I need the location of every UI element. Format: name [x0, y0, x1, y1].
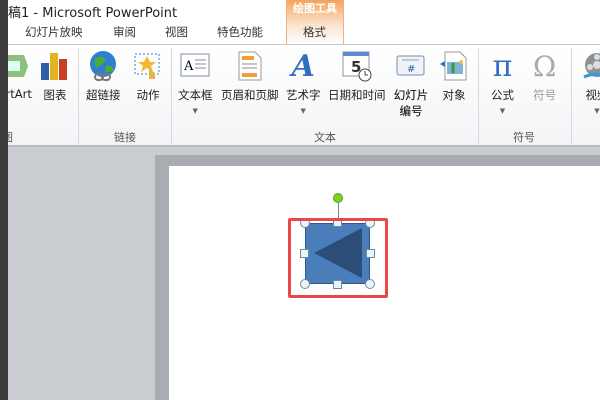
action-label: 动作	[136, 88, 160, 102]
dropdown-arrow-icon: ▼	[192, 107, 198, 115]
header-footer-icon	[221, 49, 279, 83]
hyperlink-label: 超链接	[86, 88, 121, 102]
video-button[interactable]: 视频 ▼	[582, 49, 600, 115]
slide-number-label-group: 幻灯片编号 幻灯片 编号	[393, 87, 429, 119]
video-label: 视频	[585, 88, 600, 102]
chart-button[interactable]: 图表	[40, 49, 70, 103]
globe-link-icon	[86, 49, 121, 83]
object-label: 对象	[442, 88, 466, 102]
pi-icon: π	[492, 48, 513, 84]
slide-number-label-lines: 幻灯片 编号	[393, 87, 429, 119]
group-divider	[78, 48, 79, 144]
window-edge	[0, 0, 8, 400]
equation-button[interactable]: π 公式 ▼	[491, 48, 514, 116]
date-time-label: 日期和时间	[328, 88, 386, 102]
group-divider	[171, 48, 172, 144]
wordart-icon: A	[291, 48, 315, 84]
contextual-group-label: 绘图工具	[293, 2, 337, 15]
slide-number-icon: #	[393, 49, 429, 83]
tab-view[interactable]: 视图	[165, 24, 188, 40]
slides-pane[interactable]	[8, 147, 155, 400]
tab-slideshow[interactable]: 幻灯片放映	[25, 24, 83, 40]
action-button[interactable]: 动作	[134, 49, 162, 103]
object-icon	[440, 49, 468, 83]
date-time-button[interactable]: 5 日期和时间	[328, 49, 386, 103]
calendar-clock-icon: 5	[328, 49, 386, 83]
contextual-tab-drawing-tools: 绘图工具 格式	[286, 0, 344, 44]
header-footer-label: 页眉和页脚	[221, 88, 279, 102]
group-label-symbols: 符号	[513, 131, 535, 144]
rotation-handle[interactable]	[333, 193, 343, 203]
ribbon: SmartArt 图表 图 超链接 动作 链接 A 文本框 ▼ 页眉和页脚 A …	[0, 44, 600, 147]
dropdown-arrow-icon: ▼	[300, 107, 306, 115]
textbox-button[interactable]: A 文本框 ▼	[178, 49, 213, 115]
slide-number-label-line1: 幻灯片	[393, 88, 429, 102]
group-divider	[478, 48, 479, 144]
object-button[interactable]: 对象	[440, 49, 468, 103]
textbox-icon: A	[178, 49, 213, 83]
chart-label: 图表	[43, 88, 67, 102]
window-title: 稿1 - Microsoft PowerPoint	[8, 6, 178, 21]
film-reel-icon	[582, 49, 600, 83]
symbol-label: 符号	[533, 88, 557, 102]
hyperlink-button[interactable]: 超链接	[86, 49, 121, 103]
wordart-label: 艺术字	[286, 88, 321, 102]
wordart-button[interactable]: A 艺术字 ▼	[286, 48, 321, 116]
header-footer-button[interactable]: 页眉和页脚	[221, 49, 279, 103]
textbox-label: 文本框	[178, 88, 213, 102]
group-label-links: 链接	[114, 131, 136, 144]
dropdown-arrow-icon: ▼	[499, 107, 506, 115]
omega-icon: Ω	[533, 49, 557, 83]
svg-text:A: A	[183, 59, 194, 74]
highlight-box	[288, 218, 388, 298]
slide-number-label-line2: 编号	[399, 104, 423, 118]
svg-text:#: #	[407, 64, 415, 75]
tab-format[interactable]: 格式	[303, 24, 326, 40]
tab-review[interactable]: 审阅	[113, 24, 136, 40]
bar-chart-icon	[40, 49, 70, 83]
symbol-button[interactable]: Ω 符号	[533, 49, 556, 103]
group-label-text: 文本	[314, 131, 336, 144]
equation-label: 公式	[491, 88, 514, 102]
action-star-icon	[134, 49, 162, 83]
dropdown-arrow-icon: ▼	[594, 107, 600, 115]
slide-number-button[interactable]: # 幻灯片编号 幻灯片 编号	[393, 49, 429, 119]
group-divider	[571, 48, 572, 144]
tab-features[interactable]: 特色功能	[217, 24, 263, 40]
